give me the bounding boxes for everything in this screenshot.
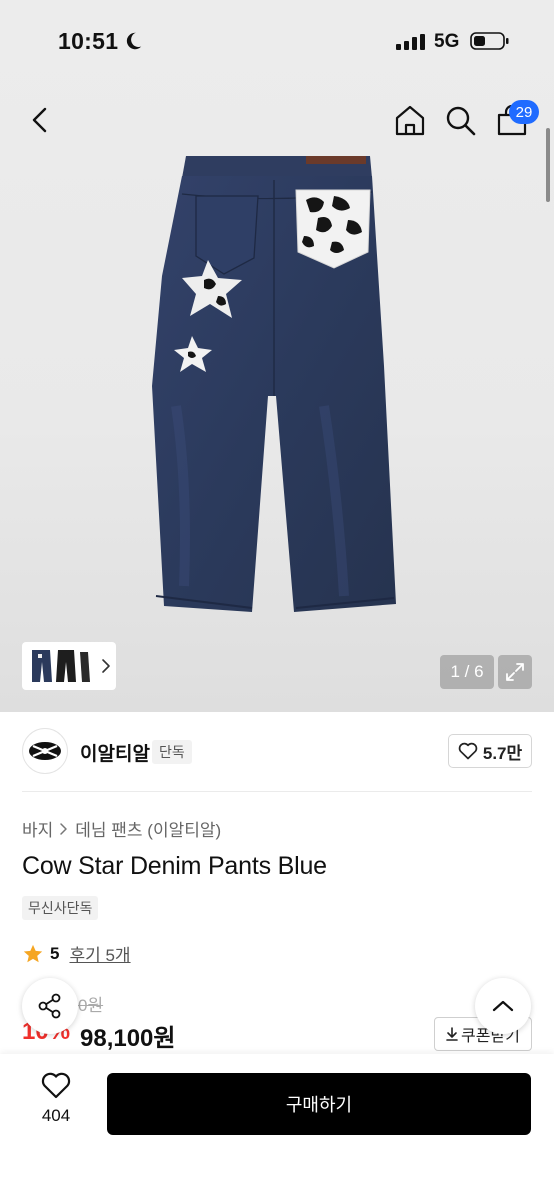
brand-exclusive-badge: 단독 xyxy=(152,740,192,764)
chevron-right-icon xyxy=(102,659,110,673)
brand-name[interactable]: 이알티알 xyxy=(80,739,150,766)
back-button[interactable] xyxy=(22,102,58,138)
battery-icon xyxy=(470,32,509,50)
brand-logo-icon xyxy=(29,742,61,760)
cart-count-badge: 29 xyxy=(509,100,539,124)
status-bar: 10:51 5G xyxy=(0,0,554,80)
rating-score: 5 xyxy=(50,943,60,963)
home-icon[interactable] xyxy=(392,102,428,138)
breadcrumb-subcategory[interactable]: 데님 팬츠 (이알티알) xyxy=(75,816,221,841)
share-icon xyxy=(38,993,61,1019)
image-page-indicator: 1 / 6 xyxy=(440,655,494,689)
product-hero: 10:51 5G 29 1 / 6 xyxy=(0,0,554,712)
wishlist-button[interactable]: 404 xyxy=(28,1072,84,1132)
product-image[interactable] xyxy=(148,156,406,614)
rating-row: 5 후기 5개 xyxy=(22,941,131,966)
brand-logo[interactable] xyxy=(22,728,68,774)
breadcrumb-category[interactable]: 바지 xyxy=(22,816,53,841)
expand-icon xyxy=(506,663,524,681)
wishlist-count: 404 xyxy=(41,1106,71,1125)
expand-image-button[interactable] xyxy=(498,655,532,689)
network-label: 5G xyxy=(434,31,460,52)
share-button[interactable] xyxy=(22,978,78,1034)
sale-price: 98,100원 xyxy=(80,1025,176,1052)
original-price: 0원 xyxy=(78,996,104,1015)
product-title: Cow Star Denim Pants Blue xyxy=(22,852,327,880)
scroll-top-button[interactable] xyxy=(475,978,531,1034)
scrollbar[interactable] xyxy=(546,128,550,202)
breadcrumb: 바지 데님 팬츠 (이알티알) xyxy=(22,816,221,841)
thumbnail-image xyxy=(32,650,90,682)
search-icon[interactable] xyxy=(442,102,478,138)
download-icon xyxy=(446,1027,458,1041)
status-time: 10:51 xyxy=(58,28,119,54)
chevron-up-icon xyxy=(492,1000,514,1012)
star-icon xyxy=(23,944,43,962)
brand-like-button[interactable]: 5.7만 xyxy=(448,734,532,768)
brand-like-count: 5.7만 xyxy=(482,743,523,763)
buy-button[interactable]: 구매하기 xyxy=(107,1073,531,1135)
signal-icon xyxy=(396,34,425,50)
review-link[interactable]: 후기 5개 xyxy=(69,941,130,966)
chevron-right-icon xyxy=(60,822,68,835)
heart-icon xyxy=(458,742,478,760)
chevron-left-icon xyxy=(32,107,47,133)
heart-icon xyxy=(41,1072,71,1099)
moon-icon xyxy=(126,32,142,50)
thumbnail-strip[interactable] xyxy=(22,642,116,690)
exclusive-badge: 무신사단독 xyxy=(22,896,99,920)
divider xyxy=(22,791,532,792)
